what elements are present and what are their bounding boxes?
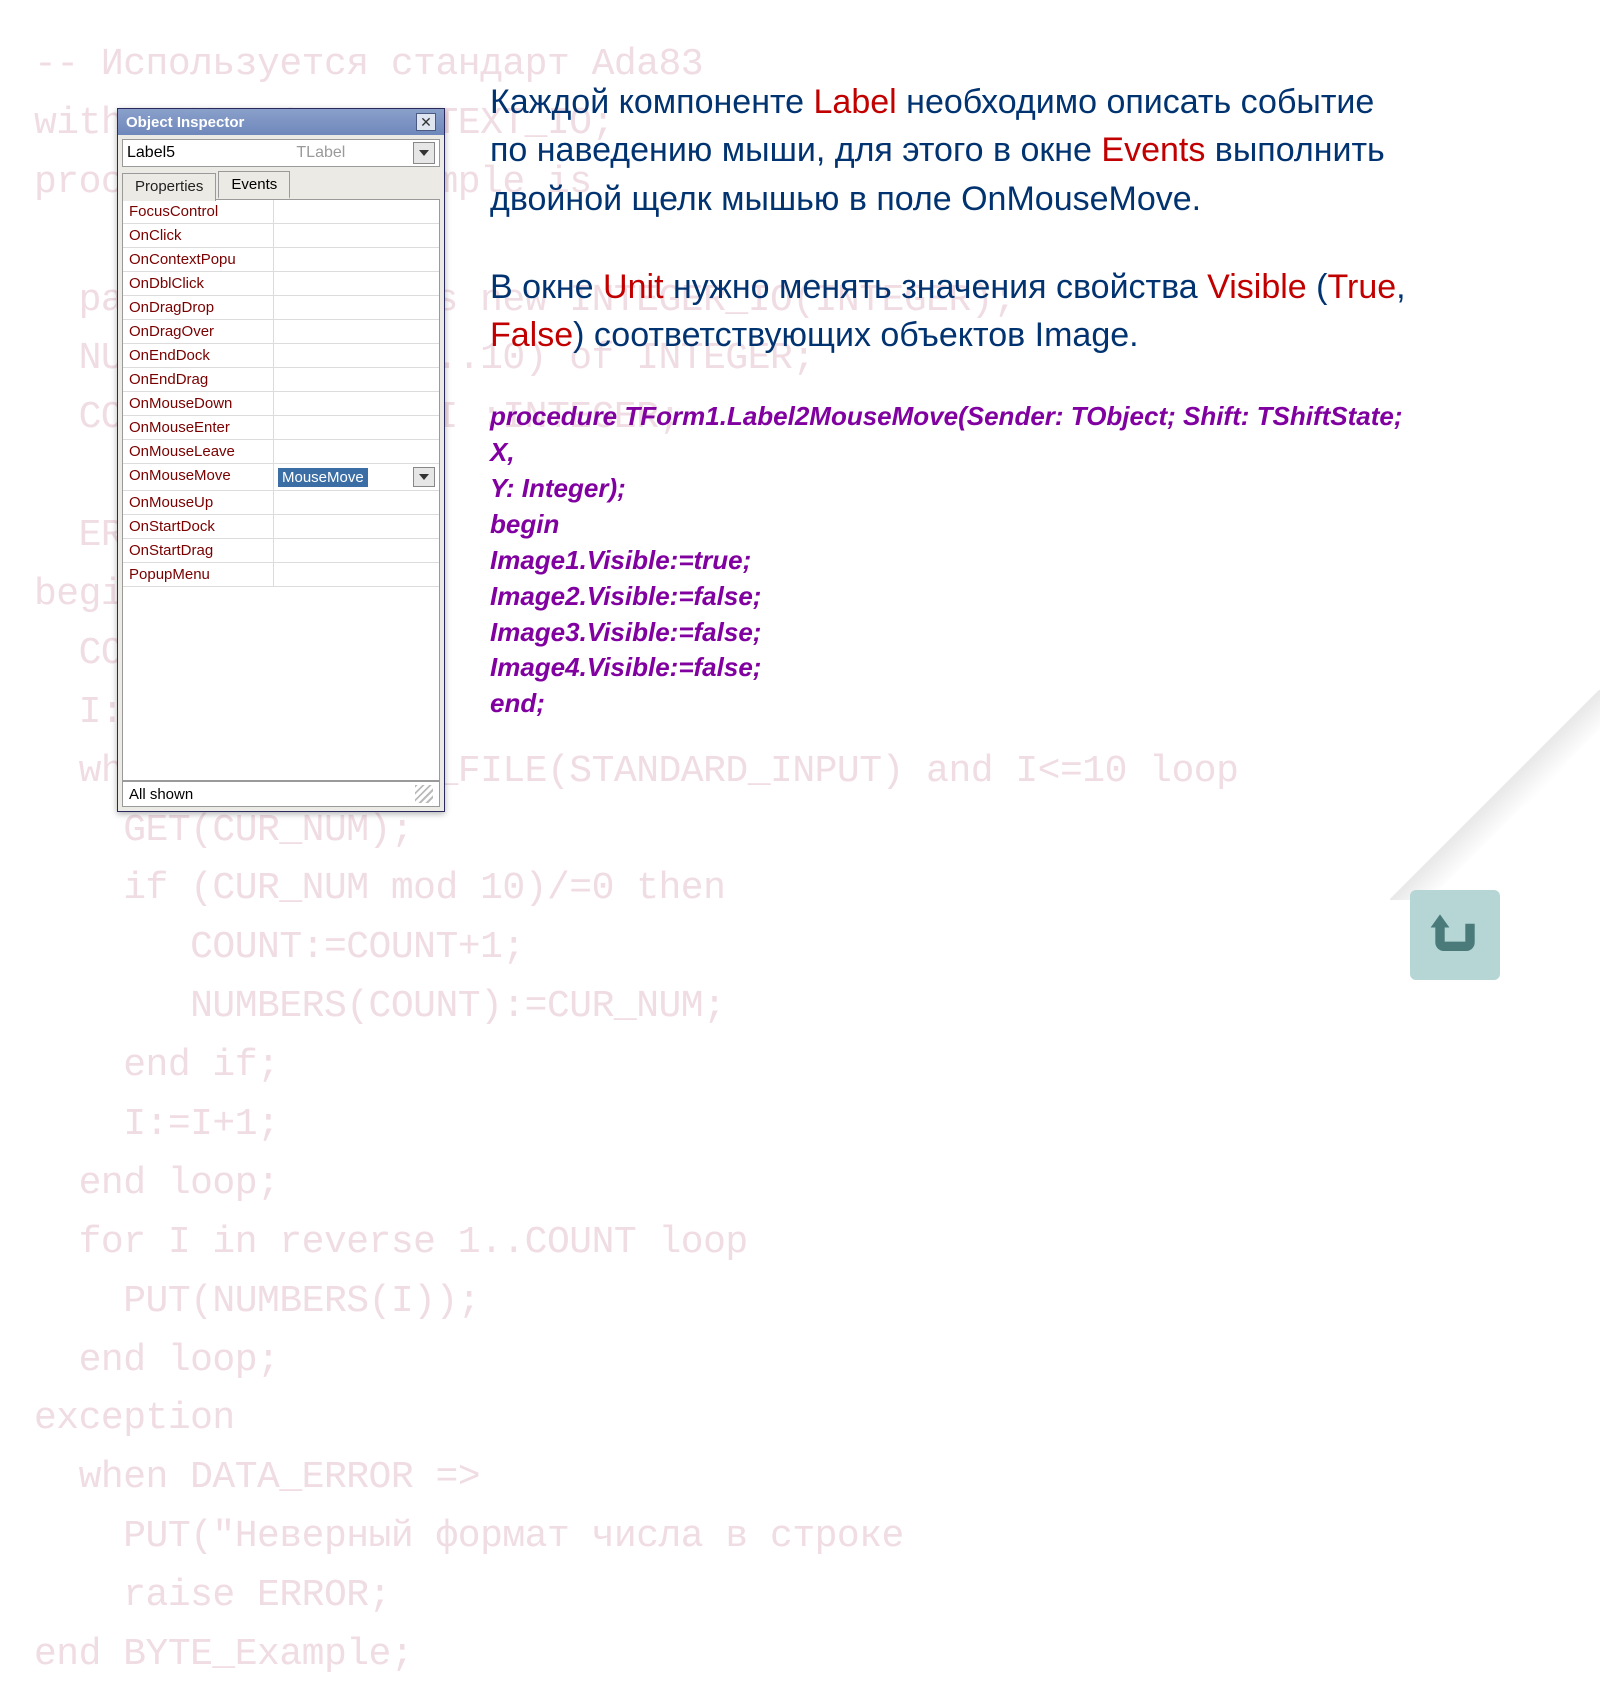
event-name: OnEndDock <box>123 344 274 367</box>
event-value[interactable] <box>274 440 439 463</box>
tab-events[interactable]: Events <box>218 171 290 199</box>
event-row[interactable]: OnClick <box>123 224 439 248</box>
slide-content: Каждой компоненте Label необходимо описа… <box>490 78 1410 722</box>
code-line: Image2.Visible:=false; <box>490 579 1410 615</box>
event-name: OnStartDrag <box>123 539 274 562</box>
event-row[interactable]: OnStartDock <box>123 515 439 539</box>
event-value[interactable] <box>274 416 439 439</box>
event-name: OnMouseMove <box>123 464 274 490</box>
event-row[interactable]: OnMouseDown <box>123 392 439 416</box>
event-value[interactable] <box>274 248 439 271</box>
code-block: procedure TForm1.Label2MouseMove(Sender:… <box>490 399 1410 722</box>
event-value[interactable] <box>274 272 439 295</box>
code-line: end; <box>490 686 1410 722</box>
event-value[interactable] <box>274 368 439 391</box>
event-row[interactable]: OnMouseEnter <box>123 416 439 440</box>
event-value[interactable] <box>274 224 439 247</box>
event-row[interactable]: OnDragDrop <box>123 296 439 320</box>
event-row[interactable]: OnMouseLeave <box>123 440 439 464</box>
event-value[interactable]: MouseMove <box>274 464 439 490</box>
event-name: OnDragDrop <box>123 296 274 319</box>
event-value[interactable] <box>274 296 439 319</box>
text: ) соответствующих объектов Image. <box>573 316 1138 354</box>
text: В окне <box>490 268 603 306</box>
event-row[interactable]: FocusControl <box>123 200 439 224</box>
object-inspector-window: Object Inspector ✕ Label5 TLabel Propert… <box>117 108 445 812</box>
event-value[interactable] <box>274 515 439 538</box>
event-value[interactable] <box>274 539 439 562</box>
event-row[interactable]: PopupMenu <box>123 563 439 587</box>
event-value[interactable] <box>274 320 439 343</box>
page-curl <box>1390 690 1600 900</box>
event-name: OnDblClick <box>123 272 274 295</box>
event-name: PopupMenu <box>123 563 274 586</box>
event-row[interactable]: OnStartDrag <box>123 539 439 563</box>
event-name: OnMouseUp <box>123 491 274 514</box>
keyword-events: Events <box>1101 131 1205 169</box>
return-button[interactable] <box>1410 890 1500 980</box>
resize-grip-icon[interactable] <box>415 785 433 803</box>
status-bar: All shown <box>122 781 440 807</box>
tab-properties[interactable]: Properties <box>122 173 216 201</box>
event-value[interactable] <box>274 200 439 223</box>
status-text: All shown <box>129 786 193 803</box>
event-row[interactable]: OnDblClick <box>123 272 439 296</box>
keyword-true: True <box>1328 268 1397 306</box>
code-line: Image3.Visible:=false; <box>490 615 1410 651</box>
event-row[interactable]: OnEndDrag <box>123 368 439 392</box>
event-row[interactable]: OnEndDock <box>123 344 439 368</box>
event-name: OnMouseEnter <box>123 416 274 439</box>
component-name: Label5 <box>127 144 296 162</box>
close-icon[interactable]: ✕ <box>416 113 436 131</box>
event-name: FocusControl <box>123 200 274 223</box>
code-line: Image1.Visible:=true; <box>490 543 1410 579</box>
code-line: Image4.Visible:=false; <box>490 650 1410 686</box>
event-name: OnMouseLeave <box>123 440 274 463</box>
text: нужно менять значения свойства <box>664 268 1208 306</box>
event-row[interactable]: OnContextPopu <box>123 248 439 272</box>
paragraph-1: Каждой компоненте Label необходимо описа… <box>490 78 1410 223</box>
event-value[interactable] <box>274 344 439 367</box>
event-row[interactable]: OnMouseUp <box>123 491 439 515</box>
inspector-tabs: Properties Events <box>122 171 440 199</box>
text: Каждой компоненте <box>490 83 814 121</box>
keyword-label: Label <box>814 83 897 121</box>
event-row[interactable]: OnDragOver <box>123 320 439 344</box>
event-name: OnClick <box>123 224 274 247</box>
return-arrow-icon <box>1425 905 1485 965</box>
text: ( <box>1307 268 1328 306</box>
event-value[interactable] <box>274 563 439 586</box>
code-line: begin <box>490 507 1410 543</box>
event-value[interactable] <box>274 491 439 514</box>
event-name: OnMouseDown <box>123 392 274 415</box>
code-line: Y: Integer); <box>490 471 1410 507</box>
keyword-visible: Visible <box>1207 268 1307 306</box>
component-selector[interactable]: Label5 TLabel <box>122 139 440 167</box>
event-value[interactable] <box>274 392 439 415</box>
event-name: OnContextPopu <box>123 248 274 271</box>
code-line: procedure TForm1.Label2MouseMove(Sender:… <box>490 399 1410 471</box>
keyword-false: False <box>490 316 573 354</box>
component-type: TLabel <box>296 144 345 162</box>
chevron-down-icon[interactable] <box>413 142 435 164</box>
event-name: OnDragOver <box>123 320 274 343</box>
event-name: OnEndDrag <box>123 368 274 391</box>
text: , <box>1396 268 1405 306</box>
window-titlebar[interactable]: Object Inspector ✕ <box>118 109 444 135</box>
paragraph-2: В окне Unit нужно менять значения свойст… <box>490 263 1410 360</box>
events-grid[interactable]: FocusControlOnClickOnContextPopuOnDblCli… <box>122 199 440 781</box>
event-row[interactable]: OnMouseMoveMouseMove <box>123 464 439 491</box>
window-title: Object Inspector <box>126 114 244 131</box>
selected-handler: MouseMove <box>278 468 368 487</box>
chevron-down-icon[interactable] <box>413 467 435 487</box>
event-name: OnStartDock <box>123 515 274 538</box>
keyword-unit: Unit <box>603 268 663 306</box>
